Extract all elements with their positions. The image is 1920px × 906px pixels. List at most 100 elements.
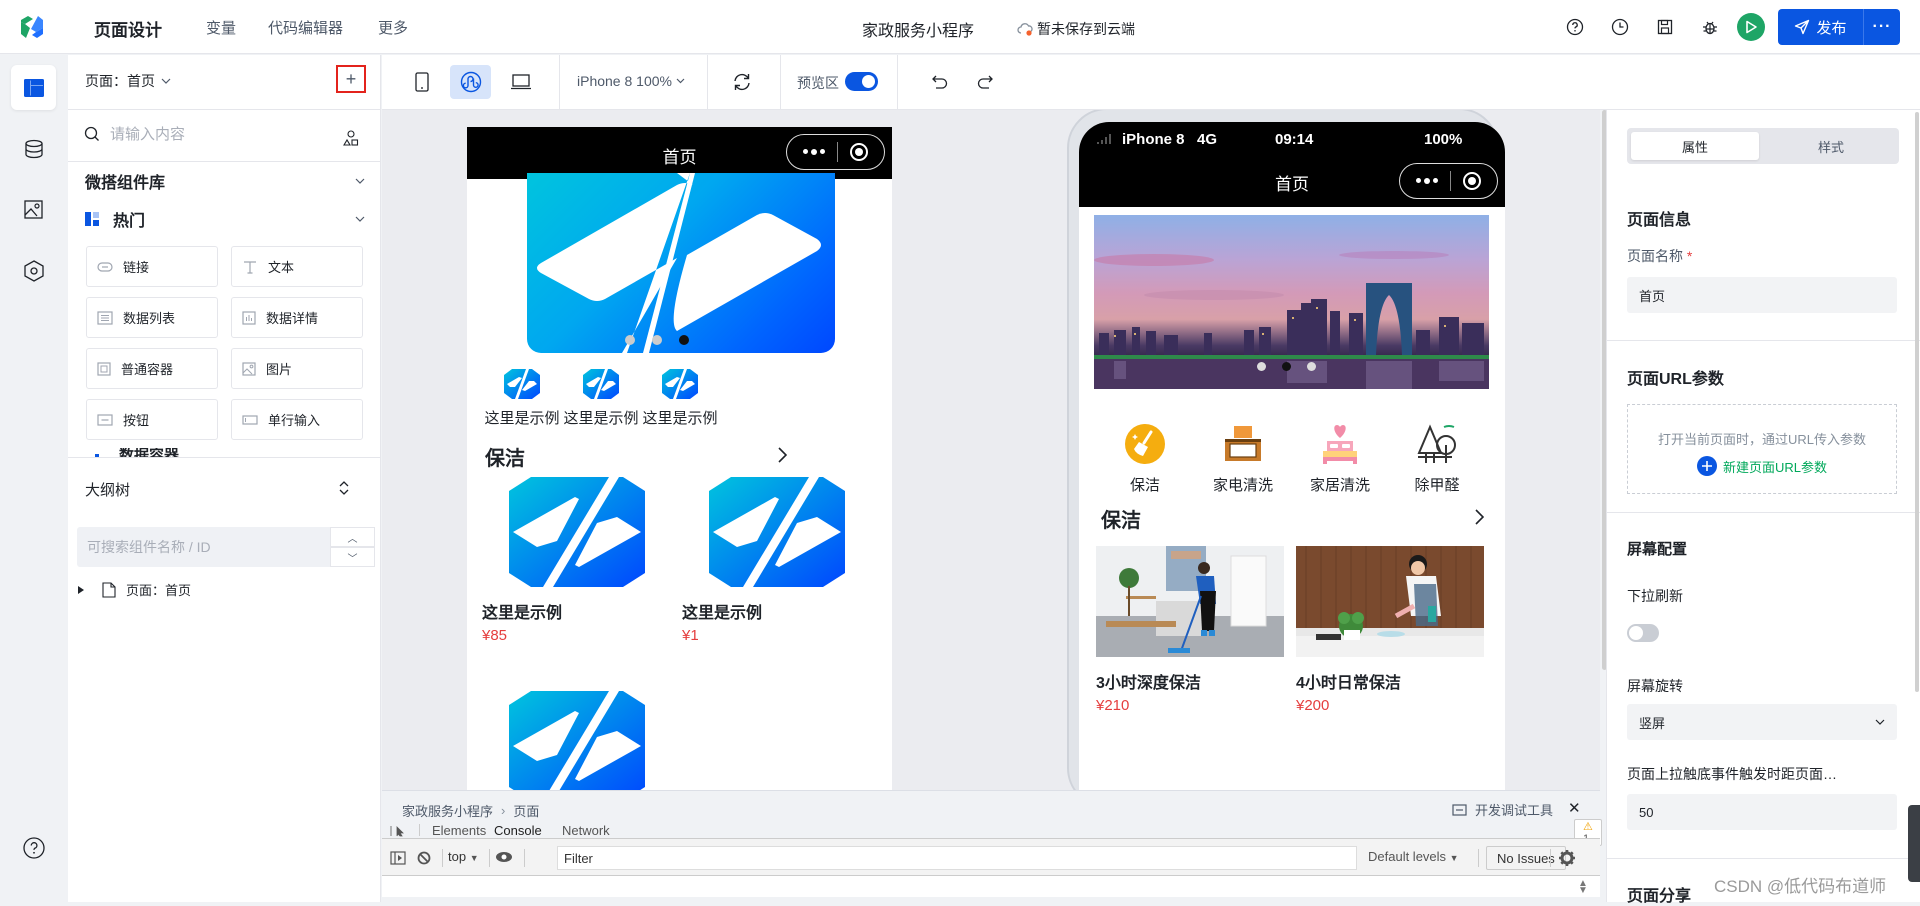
- hot-section-header[interactable]: 热门: [85, 207, 365, 231]
- grid-item[interactable]: 这里是示例: [482, 369, 562, 428]
- performance-meter-widget[interactable]: [1908, 805, 1920, 882]
- caret-right-icon[interactable]: [78, 585, 84, 594]
- reach-bottom-input[interactable]: [1627, 794, 1897, 830]
- swiper-dot[interactable]: [625, 335, 635, 345]
- component-data-list[interactable]: 数据列表: [86, 297, 218, 338]
- capsule-menu[interactable]: [786, 134, 885, 170]
- library-section-header[interactable]: 微搭组件库: [85, 169, 365, 193]
- gear-icon[interactable]: [1558, 849, 1576, 867]
- swiper-dot[interactable]: [652, 335, 662, 345]
- nav-page-design[interactable]: 页面设计: [94, 16, 162, 41]
- rotation-select[interactable]: 竖屏: [1627, 704, 1897, 740]
- chevron-right-icon[interactable]: [778, 447, 787, 463]
- console-output[interactable]: [382, 876, 1600, 897]
- undo-button[interactable]: [919, 65, 960, 99]
- design-canvas[interactable]: 首页 这里是示例 这里是示例 这里是示例 保洁 这里是示例 ¥85 这里是示例 …: [382, 110, 1600, 790]
- clear-console-icon[interactable]: [417, 851, 431, 865]
- publish-button[interactable]: 发布: [1778, 9, 1863, 45]
- pull-refresh-toggle[interactable]: [1627, 624, 1659, 642]
- expand-collapse-icon[interactable]: [338, 480, 350, 496]
- component-type-icon[interactable]: [343, 130, 359, 146]
- debug-icon[interactable]: [1699, 16, 1721, 38]
- swiper-banner[interactable]: [527, 173, 835, 353]
- nav-more[interactable]: 更多: [378, 17, 408, 38]
- data-container-section-partial[interactable]: 数据容器: [85, 448, 365, 457]
- chevron-right-icon[interactable]: [1475, 509, 1484, 525]
- page-name-input[interactable]: [1627, 277, 1897, 313]
- redo-button[interactable]: [964, 65, 1005, 99]
- swiper-dot[interactable]: [1307, 362, 1316, 371]
- log-levels-select[interactable]: Default levels ▼: [1368, 849, 1459, 864]
- swiper-dot-active[interactable]: [679, 335, 689, 345]
- category-item[interactable]: 保洁: [1105, 422, 1185, 495]
- component-input[interactable]: 单行输入: [231, 399, 363, 440]
- close-devtools-button[interactable]: ✕: [1568, 799, 1581, 817]
- console-scroll-arrows[interactable]: ▲ ▼: [1578, 879, 1588, 896]
- device-mobile-button[interactable]: [401, 65, 442, 99]
- component-data-detail[interactable]: 数据详情: [231, 297, 363, 338]
- history-icon[interactable]: [1609, 16, 1631, 38]
- breadcrumb-page[interactable]: 页面: [513, 801, 539, 820]
- component-text[interactable]: 文本: [231, 246, 363, 287]
- device-pc-button[interactable]: [500, 65, 541, 99]
- product-card[interactable]: 3小时深度保洁 ¥210: [1096, 546, 1284, 714]
- phone-screen[interactable]: iPhone 8 4G 09:14 100% 首页 保洁 家电清洗 家居清洗 除…: [1079, 122, 1505, 790]
- sidebar-toggle-icon[interactable]: [390, 851, 406, 865]
- container-icon: [97, 361, 111, 376]
- tab-properties[interactable]: 属性: [1631, 132, 1759, 160]
- inspect-element-icon[interactable]: [390, 825, 406, 837]
- device-miniprogram-button[interactable]: [450, 65, 491, 99]
- swiper-dot[interactable]: [1257, 362, 1266, 371]
- rail-media[interactable]: [11, 187, 56, 232]
- preview-toggle[interactable]: [845, 72, 878, 91]
- nav-code-editor[interactable]: 代码编辑器: [268, 17, 343, 38]
- rail-help[interactable]: [11, 825, 56, 870]
- rail-page-design[interactable]: [11, 65, 56, 110]
- capsule-menu[interactable]: [1399, 163, 1498, 199]
- device-select[interactable]: iPhone 8 100%: [577, 73, 685, 89]
- save-icon[interactable]: [1654, 16, 1676, 38]
- outline-next-button[interactable]: ﹀: [330, 547, 375, 567]
- category-item[interactable]: 除甲醛: [1397, 422, 1477, 495]
- devtools-title[interactable]: 开发调试工具: [1452, 800, 1553, 819]
- page-selector[interactable]: 页面：首页: [85, 71, 171, 91]
- rail-database[interactable]: [11, 126, 56, 171]
- product-card[interactable]: [482, 691, 652, 790]
- grid-item[interactable]: 这里是示例: [640, 369, 720, 428]
- component-link[interactable]: 链接: [86, 246, 218, 287]
- product-card[interactable]: 4小时日常保洁 ¥200: [1296, 546, 1484, 714]
- product-card[interactable]: 这里是示例 ¥85: [482, 477, 652, 644]
- component-search-input[interactable]: [110, 125, 320, 143]
- publish-more-button[interactable]: ···: [1863, 9, 1900, 45]
- swiper-banner[interactable]: [1094, 215, 1489, 389]
- tab-elements[interactable]: Elements: [432, 823, 486, 838]
- rail-settings[interactable]: [11, 248, 56, 293]
- component-image[interactable]: 图片: [231, 348, 363, 389]
- run-button[interactable]: [1737, 13, 1765, 41]
- component-button[interactable]: 按钮: [86, 399, 218, 440]
- outline-tree-node[interactable]: 页面：首页: [78, 580, 191, 599]
- page-share-title: 页面分享: [1627, 888, 1692, 905]
- console-filter-input[interactable]: [557, 846, 1357, 870]
- context-select[interactable]: top ▼: [448, 849, 479, 864]
- editor-simulator[interactable]: 首页 这里是示例 这里是示例 这里是示例 保洁 这里是示例 ¥85 这里是示例 …: [467, 127, 892, 790]
- issues-button[interactable]: No Issues: [1486, 846, 1566, 870]
- outline-search-input[interactable]: [77, 527, 330, 567]
- tab-network[interactable]: Network: [562, 823, 610, 838]
- grid-item[interactable]: 这里是示例: [561, 369, 641, 428]
- add-url-param-button[interactable]: 新建页面URL参数: [1628, 456, 1896, 476]
- tab-styles[interactable]: 样式: [1767, 132, 1895, 160]
- category-item[interactable]: 家居清洗: [1300, 422, 1380, 495]
- nav-variables[interactable]: 变量: [206, 17, 236, 38]
- swiper-dot-active[interactable]: [1282, 362, 1291, 371]
- outline-prev-button[interactable]: ︿: [330, 527, 375, 547]
- add-page-button[interactable]: +: [336, 65, 366, 93]
- eye-icon[interactable]: [495, 851, 513, 863]
- breadcrumb-app[interactable]: 家政服务小程序: [402, 801, 493, 820]
- component-container[interactable]: 普通容器: [86, 348, 218, 389]
- properties-scrollbar[interactable]: [1915, 112, 1919, 692]
- product-card[interactable]: 这里是示例 ¥1: [682, 477, 852, 644]
- refresh-button[interactable]: [721, 65, 762, 99]
- help-icon[interactable]: [1564, 16, 1586, 38]
- category-item[interactable]: 家电清洗: [1203, 422, 1283, 495]
